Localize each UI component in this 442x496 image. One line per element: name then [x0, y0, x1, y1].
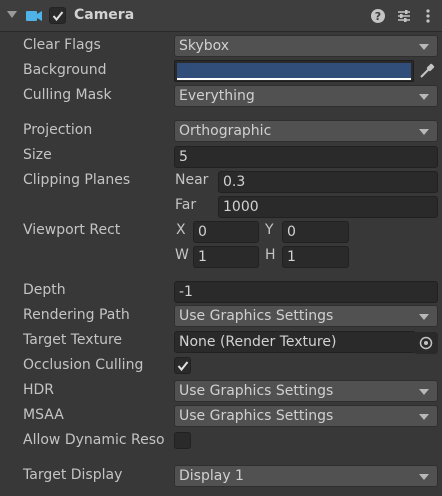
target-display-value: Display 1	[179, 468, 244, 484]
msaa-value: Use Graphics Settings	[179, 408, 334, 424]
near-label: Near	[175, 172, 209, 188]
allow-dynamic-resolution-checkbox[interactable]	[174, 432, 191, 449]
eyedropper-icon[interactable]	[418, 62, 436, 80]
clear-flags-value: Skybox	[179, 38, 230, 54]
chevron-down-icon	[419, 314, 429, 320]
depth-label: Depth	[23, 282, 66, 298]
target-display-dropdown[interactable]: Display 1	[174, 465, 438, 487]
object-picker-icon[interactable]	[414, 332, 438, 354]
hdr-dropdown[interactable]: Use Graphics Settings	[174, 380, 438, 402]
occlusion-culling-checkbox[interactable]	[174, 357, 191, 374]
projection-label: Projection	[23, 122, 93, 138]
culling-mask-dropdown[interactable]: Everything	[174, 85, 438, 107]
camera-icon	[26, 11, 42, 21]
allow-dynamic-resolution-label: Allow Dynamic Reso	[23, 432, 165, 448]
help-icon[interactable]: ?	[370, 8, 386, 24]
projection-dropdown[interactable]: Orthographic	[174, 120, 438, 142]
viewport-x-label: X	[176, 222, 186, 238]
culling-mask-label: Culling Mask	[23, 87, 112, 103]
size-label: Size	[23, 147, 52, 163]
msaa-dropdown[interactable]: Use Graphics Settings	[174, 405, 438, 427]
chevron-down-icon	[419, 389, 429, 395]
far-label: Far	[175, 197, 197, 213]
rendering-path-value: Use Graphics Settings	[179, 308, 334, 324]
viewport-w-label: W	[175, 247, 189, 263]
background-label: Background	[23, 62, 107, 78]
component-enabled-checkbox[interactable]	[49, 7, 66, 24]
chevron-down-icon	[419, 474, 429, 480]
viewport-y-input[interactable]: 0	[282, 221, 349, 243]
far-input[interactable]: 1000	[218, 196, 438, 218]
component-title: Camera	[74, 7, 135, 23]
fold-arrow-icon[interactable]	[7, 11, 17, 18]
chevron-down-icon	[419, 129, 429, 135]
presets-icon[interactable]	[396, 8, 412, 24]
hdr-label: HDR	[23, 382, 55, 398]
viewport-rect-label: Viewport Rect	[23, 222, 121, 238]
background-color-field[interactable]	[174, 60, 414, 82]
target-texture-field[interactable]: None (Render Texture)	[174, 331, 416, 353]
svg-text:?: ?	[375, 10, 381, 23]
viewport-w-input[interactable]: 1	[193, 246, 259, 268]
chevron-down-icon	[419, 94, 429, 100]
culling-mask-value: Everything	[179, 88, 255, 104]
viewport-h-label: H	[265, 247, 276, 263]
background-color-swatch	[177, 63, 411, 78]
clear-flags-dropdown[interactable]: Skybox	[174, 35, 438, 57]
background-alpha-bar	[177, 78, 411, 80]
size-input[interactable]: 5	[174, 146, 438, 168]
component-header: Camera ?	[0, 0, 442, 32]
rendering-path-dropdown[interactable]: Use Graphics Settings	[174, 305, 438, 327]
clipping-planes-label: Clipping Planes	[23, 172, 131, 188]
rendering-path-label: Rendering Path	[23, 307, 130, 323]
target-texture-label: Target Texture	[23, 332, 123, 348]
hdr-value: Use Graphics Settings	[179, 383, 334, 399]
clear-flags-label: Clear Flags	[23, 37, 101, 53]
occlusion-culling-label: Occlusion Culling	[23, 357, 144, 373]
depth-input[interactable]: -1	[174, 281, 438, 303]
msaa-label: MSAA	[23, 407, 64, 423]
more-options-icon[interactable]	[420, 8, 436, 24]
projection-value: Orthographic	[179, 123, 272, 139]
target-display-label: Target Display	[23, 467, 123, 483]
near-input[interactable]: 0.3	[218, 171, 438, 193]
viewport-y-label: Y	[265, 222, 274, 238]
viewport-x-input[interactable]: 0	[193, 221, 259, 243]
viewport-h-input[interactable]: 1	[282, 246, 349, 268]
chevron-down-icon	[419, 44, 429, 50]
chevron-down-icon	[419, 414, 429, 420]
